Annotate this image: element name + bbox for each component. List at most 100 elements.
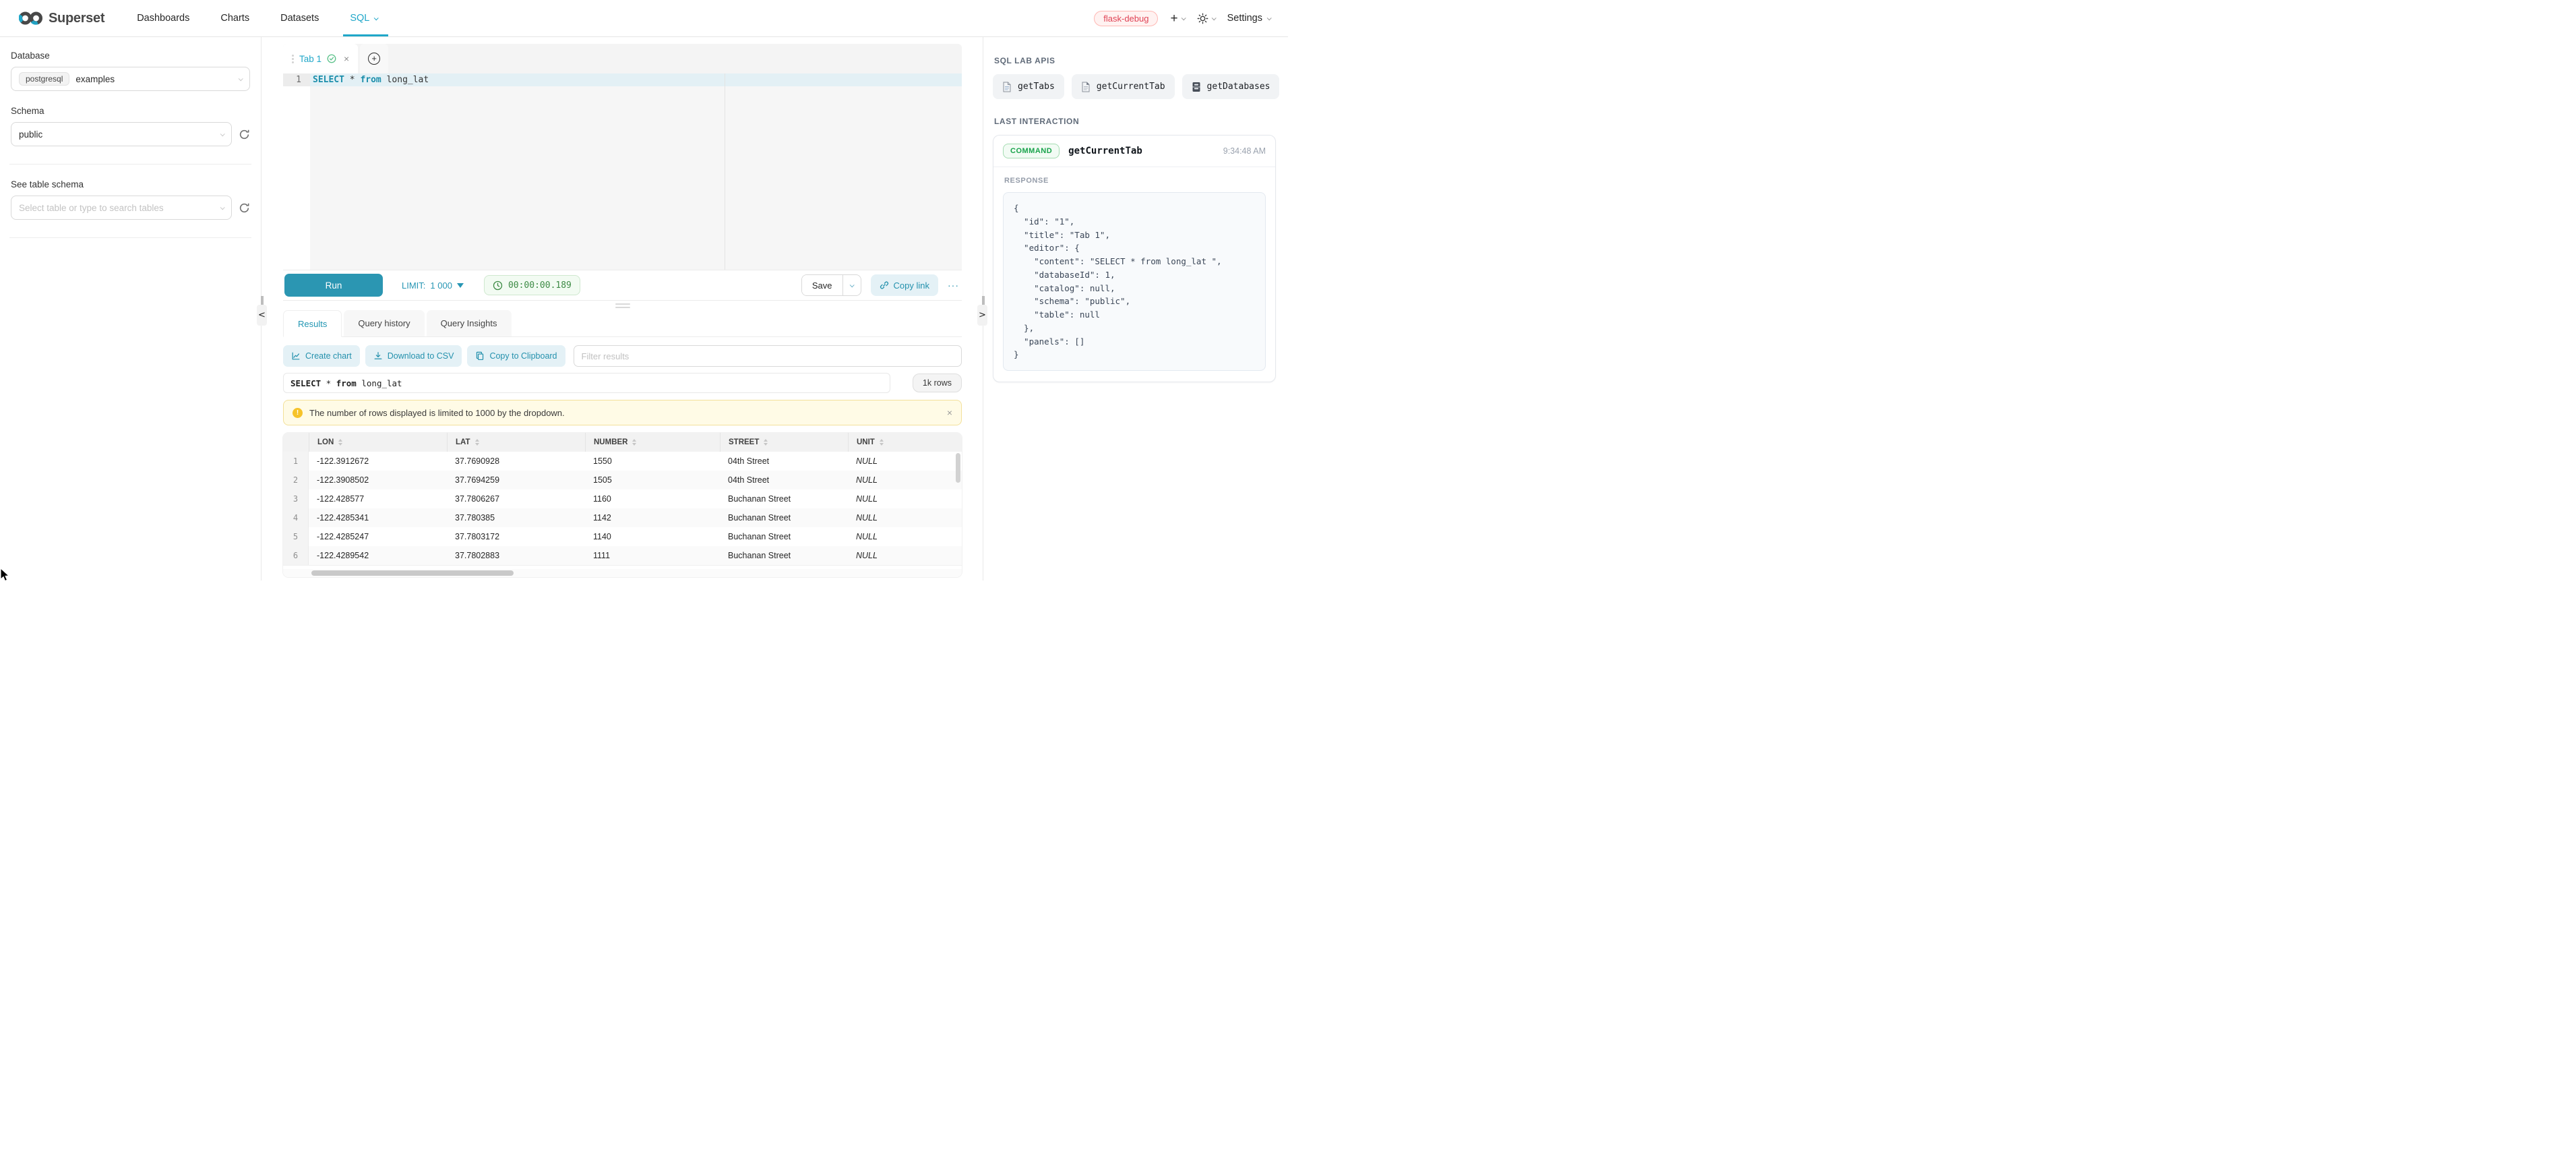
schema-select[interactable]: public bbox=[11, 122, 232, 146]
column-header-unit[interactable]: UNIT bbox=[848, 433, 962, 452]
schema-value: public bbox=[19, 129, 42, 140]
table-cell: Buchanan Street bbox=[720, 546, 848, 565]
collapse-right-panel-button[interactable]: > bbox=[977, 305, 987, 326]
divider bbox=[9, 237, 251, 238]
sort-icon[interactable] bbox=[475, 439, 479, 446]
response-label: RESPONSE bbox=[1004, 177, 1266, 185]
pane-resize-handle[interactable] bbox=[283, 301, 962, 310]
get-databases-button[interactable]: getDatabases bbox=[1182, 74, 1280, 99]
navbar: Superset Dashboards Charts Datasets SQL … bbox=[0, 0, 1288, 37]
table-cell: 1142 bbox=[585, 508, 720, 527]
settings-menu[interactable]: Settings bbox=[1227, 13, 1270, 24]
horizontal-scrollbar[interactable] bbox=[283, 569, 962, 577]
tab-query-history[interactable]: Query history bbox=[344, 310, 424, 336]
get-tabs-button[interactable]: getTabs bbox=[993, 74, 1064, 99]
vertical-scrollbar[interactable] bbox=[956, 453, 960, 483]
caret-down-icon bbox=[457, 283, 464, 288]
editor-gutter: 1 bbox=[283, 73, 310, 270]
results-actions: Create chart Download to CSV bbox=[283, 345, 962, 367]
sql-code-editor[interactable]: 1 SELECT * from long_lat bbox=[283, 73, 962, 270]
column-header-lon[interactable]: LON bbox=[309, 433, 447, 452]
close-warning-icon[interactable]: × bbox=[947, 407, 952, 418]
chevron-down-icon bbox=[220, 205, 225, 210]
last-interaction-card: COMMAND getCurrentTab 9:34:48 AM RESPONS… bbox=[993, 135, 1276, 382]
nav-item-charts[interactable]: Charts bbox=[220, 0, 249, 36]
nav-item-sql[interactable]: SQL bbox=[350, 0, 377, 36]
download-icon bbox=[373, 351, 383, 361]
column-header-street[interactable]: STREET bbox=[720, 433, 848, 452]
results-table-rows: 1-122.391267237.7690928155004th StreetNU… bbox=[283, 452, 962, 565]
chevron-down-icon bbox=[220, 131, 225, 136]
table-cell: -122.3912672 bbox=[309, 452, 447, 471]
table-cell: 37.7802883 bbox=[447, 546, 585, 565]
table-cell: 37.7803172 bbox=[447, 527, 585, 546]
nav-item-datasets[interactable]: Datasets bbox=[280, 0, 319, 36]
table-cell: 37.7806267 bbox=[447, 489, 585, 508]
sort-icon[interactable] bbox=[338, 439, 342, 446]
last-interaction-title: LAST INTERACTION bbox=[994, 117, 1276, 126]
run-button[interactable]: Run bbox=[284, 274, 383, 297]
environment-badge: flask-debug bbox=[1094, 11, 1158, 26]
database-label: Database bbox=[11, 51, 250, 61]
table-cell: NULL bbox=[848, 508, 962, 527]
table-cell: 1140 bbox=[585, 527, 720, 546]
refresh-tables-icon[interactable] bbox=[239, 202, 250, 214]
editor-tab-1[interactable]: Tab 1 × bbox=[283, 44, 358, 73]
database-select[interactable]: postgresql examples bbox=[11, 67, 250, 91]
sun-icon bbox=[1197, 13, 1208, 24]
new-item-menu[interactable]: + bbox=[1170, 12, 1184, 25]
sort-icon[interactable] bbox=[632, 439, 636, 446]
table-cell: 04th Street bbox=[720, 452, 848, 471]
sort-icon[interactable] bbox=[764, 439, 768, 446]
table-cell: 04th Street bbox=[720, 471, 848, 489]
save-button[interactable]: Save bbox=[802, 275, 842, 295]
drag-handle-icon[interactable] bbox=[292, 55, 294, 57]
table-cell: 37.7694259 bbox=[447, 471, 585, 489]
limit-dropdown[interactable]: LIMIT: 1 000 bbox=[402, 280, 464, 291]
warning-icon: ! bbox=[293, 408, 303, 418]
table-cell: 1160 bbox=[585, 489, 720, 508]
superset-logo[interactable]: Superset bbox=[19, 11, 104, 26]
warning-text: The number of rows displayed is limited … bbox=[309, 408, 565, 418]
nav-item-dashboards[interactable]: Dashboards bbox=[137, 0, 189, 36]
line-number: 1 bbox=[283, 73, 310, 86]
scrollbar-thumb[interactable] bbox=[956, 453, 960, 483]
executed-query-row: SELECT * from long_lat 1k rows bbox=[283, 373, 962, 393]
sql-editor-area: Tab 1 × + 1 bbox=[262, 37, 983, 580]
collapse-left-panel-button[interactable]: < bbox=[257, 305, 267, 326]
table-cell: Buchanan Street bbox=[720, 527, 848, 546]
tab-query-insights[interactable]: Query Insights bbox=[427, 310, 512, 336]
copy-clipboard-button[interactable]: Copy to Clipboard bbox=[467, 345, 565, 367]
table-cell: 1505 bbox=[585, 471, 720, 489]
get-current-tab-button[interactable]: getCurrentTab bbox=[1072, 74, 1175, 99]
create-chart-button[interactable]: Create chart bbox=[283, 345, 360, 367]
navbar-right: flask-debug + Settings bbox=[1094, 11, 1270, 26]
row-number: 4 bbox=[283, 508, 309, 527]
results-table: LON LAT NUMBER STREET UNIT 1-122.3912672… bbox=[283, 433, 962, 577]
copy-link-button[interactable]: Copy link bbox=[871, 274, 938, 296]
table-cell: 37.780385 bbox=[447, 508, 585, 527]
sql-toolbar: Run LIMIT: 1 000 00:00:00.189 bbox=[283, 270, 962, 301]
column-header-lat[interactable]: LAT bbox=[447, 433, 585, 452]
table-cell: NULL bbox=[848, 452, 962, 471]
refresh-schema-icon[interactable] bbox=[239, 129, 250, 140]
row-number-header bbox=[283, 433, 309, 452]
table-select[interactable]: Select table or type to search tables bbox=[11, 196, 232, 220]
tab-results[interactable]: Results bbox=[283, 310, 342, 337]
row-number: 5 bbox=[283, 527, 309, 546]
theme-menu[interactable] bbox=[1197, 13, 1215, 24]
close-tab-icon[interactable]: × bbox=[344, 53, 349, 64]
save-options-caret[interactable] bbox=[842, 275, 861, 295]
column-header-number[interactable]: NUMBER bbox=[585, 433, 720, 452]
sort-icon[interactable] bbox=[880, 439, 884, 446]
more-options-button[interactable]: ··· bbox=[948, 280, 959, 291]
table-cell: Buchanan Street bbox=[720, 489, 848, 508]
sql-lab-sidebar: Database postgresql examples Schema publ… bbox=[0, 37, 262, 580]
download-csv-button[interactable]: Download to CSV bbox=[365, 345, 462, 367]
table-cell: NULL bbox=[848, 546, 962, 565]
add-tab-button[interactable]: + bbox=[360, 44, 388, 73]
table-row: 4-122.428534137.7803851142Buchanan Stree… bbox=[283, 508, 962, 527]
interaction-timestamp: 9:34:48 AM bbox=[1223, 146, 1266, 156]
filter-results-input[interactable] bbox=[574, 345, 962, 367]
scrollbar-thumb[interactable] bbox=[311, 570, 514, 576]
